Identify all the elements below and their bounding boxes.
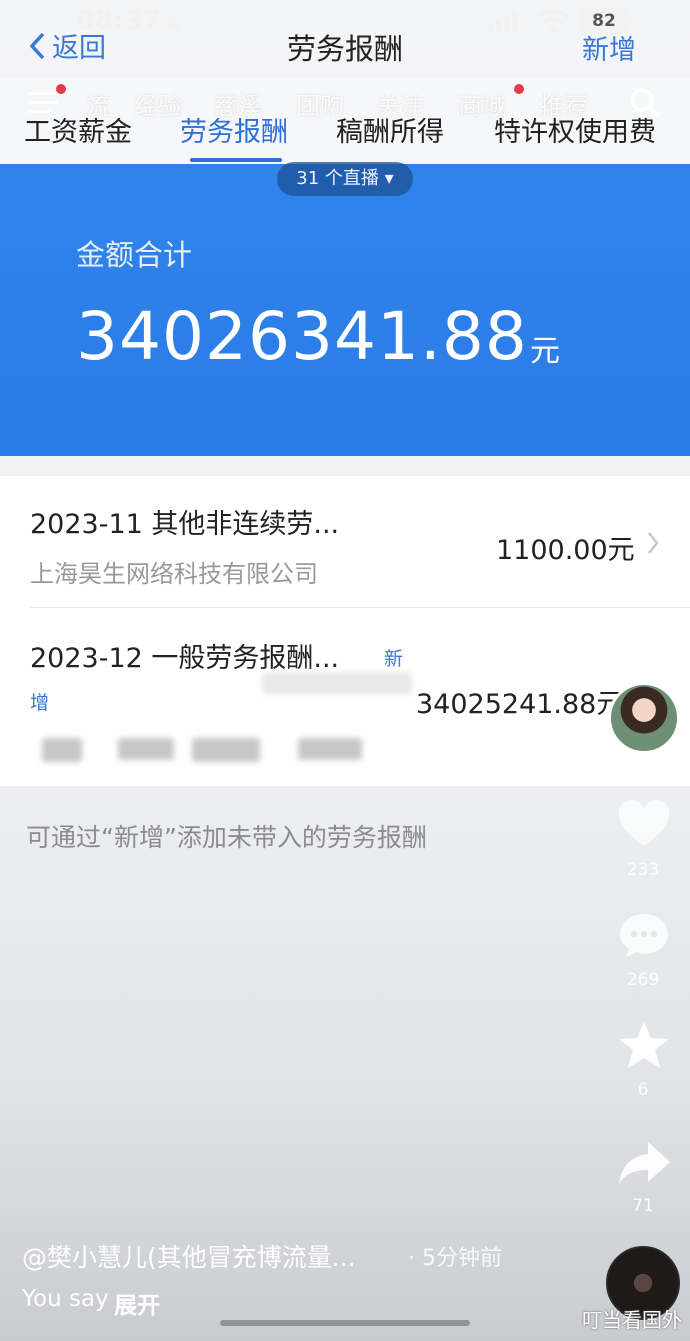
home-indicator (220, 1320, 470, 1326)
like-count: 233 (626, 860, 660, 880)
author-name[interactable]: @樊小慧儿(其他冒充博流量... (22, 1238, 356, 1274)
redacted-company (192, 738, 260, 762)
record-company: 上海昊生网络科技有限公司 (30, 560, 318, 588)
post-time: · 5分钟前 (408, 1246, 502, 1271)
you-say-text: You say (22, 1286, 109, 1312)
comment-icon[interactable] (616, 910, 672, 960)
new-badge: 新 (384, 648, 404, 670)
comment-count: 269 (626, 970, 660, 990)
notification-dot (514, 84, 524, 94)
overlay-nav-item[interactable]: 经验 (134, 86, 182, 121)
back-label: 返回 (52, 33, 106, 64)
tab-salary[interactable]: 工资薪金 (24, 110, 132, 149)
tab-author-remuneration[interactable]: 稿酬所得 (336, 110, 444, 149)
active-tab-indicator (190, 158, 282, 162)
total-amount: 34026341.88 (76, 298, 528, 375)
add-button[interactable]: 新增 (582, 28, 636, 67)
expand-button[interactable]: 展开 (114, 1286, 160, 1320)
record-amount: 1100.00元 (496, 535, 635, 566)
tab-labor-remuneration[interactable]: 劳务报酬 (180, 110, 288, 149)
redacted-company (118, 738, 174, 760)
redacted-company (298, 738, 362, 760)
watermark: 叮当看国外 (582, 1308, 682, 1332)
chevron-right-icon[interactable] (646, 530, 660, 556)
redacted-text (262, 672, 412, 694)
new-badge: 增 (30, 692, 50, 714)
total-unit: 元 (530, 334, 560, 369)
tab-royalties[interactable]: 特许权使用费 (494, 110, 656, 149)
chevron-left-icon (29, 32, 45, 59)
redacted-company (42, 738, 82, 762)
creator-avatar[interactable] (608, 682, 680, 754)
row-divider (30, 607, 690, 608)
share-icon[interactable] (616, 1138, 672, 1188)
record-amount: 34025241.88元 (416, 689, 624, 720)
total-label: 金额合计 (76, 238, 193, 272)
add-hint-text: 可通过“新增”添加未带入的劳务报酬 (26, 823, 427, 852)
share-count: 71 (632, 1196, 654, 1216)
heart-icon[interactable] (616, 800, 672, 850)
notification-dot (56, 84, 66, 94)
record-title[interactable]: 2023-12 一般劳务报酬... (30, 636, 339, 675)
live-count-chip[interactable]: 31 个直播 ▾ (277, 162, 413, 196)
back-button[interactable]: 返回 (28, 26, 106, 65)
record-title[interactable]: 2023-11 其他非连续劳... (30, 502, 339, 541)
star-icon[interactable] (616, 1020, 672, 1070)
favorite-count: 6 (637, 1080, 649, 1100)
